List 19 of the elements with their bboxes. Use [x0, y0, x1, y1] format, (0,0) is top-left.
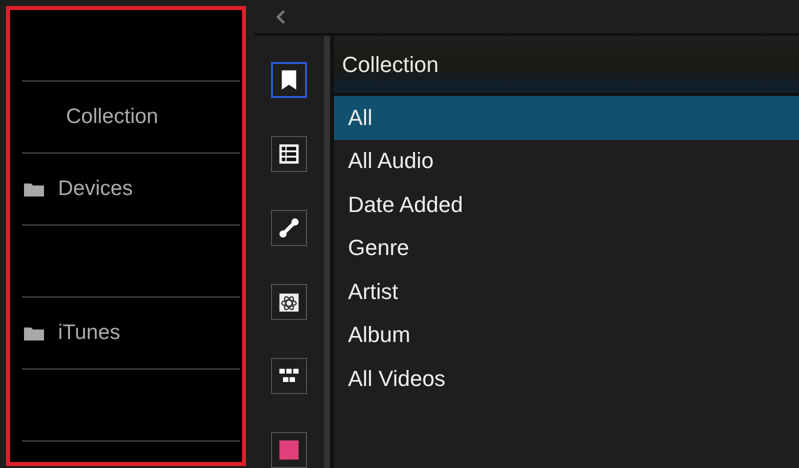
folder-icon [24, 326, 44, 340]
collection-item[interactable]: Genre [334, 226, 799, 270]
collection-item[interactable]: All Audio [334, 140, 799, 183]
tile-tool-icon[interactable] [271, 432, 307, 468]
collection-item[interactable]: Album [334, 314, 799, 357]
sidebar-heading[interactable]: Collection [66, 105, 158, 129]
bookmark-tool-icon[interactable] [271, 62, 307, 98]
sidebar-item[interactable]: Devices [24, 177, 133, 201]
folder-icon [24, 182, 44, 196]
collection-item[interactable]: All Videos [334, 357, 799, 400]
back-chevron-icon[interactable] [276, 8, 286, 24]
atom-tool-icon[interactable] [271, 284, 307, 320]
list-tool-icon[interactable] [271, 136, 307, 172]
sidebar-item[interactable]: iTunes [24, 321, 120, 345]
grid-tool-icon[interactable] [271, 358, 307, 394]
collection-item[interactable]: Artist [334, 270, 799, 314]
collection-item[interactable]: Date Added [334, 183, 799, 226]
link-tool-icon[interactable] [271, 210, 307, 246]
collection-item[interactable]: All [334, 96, 799, 140]
